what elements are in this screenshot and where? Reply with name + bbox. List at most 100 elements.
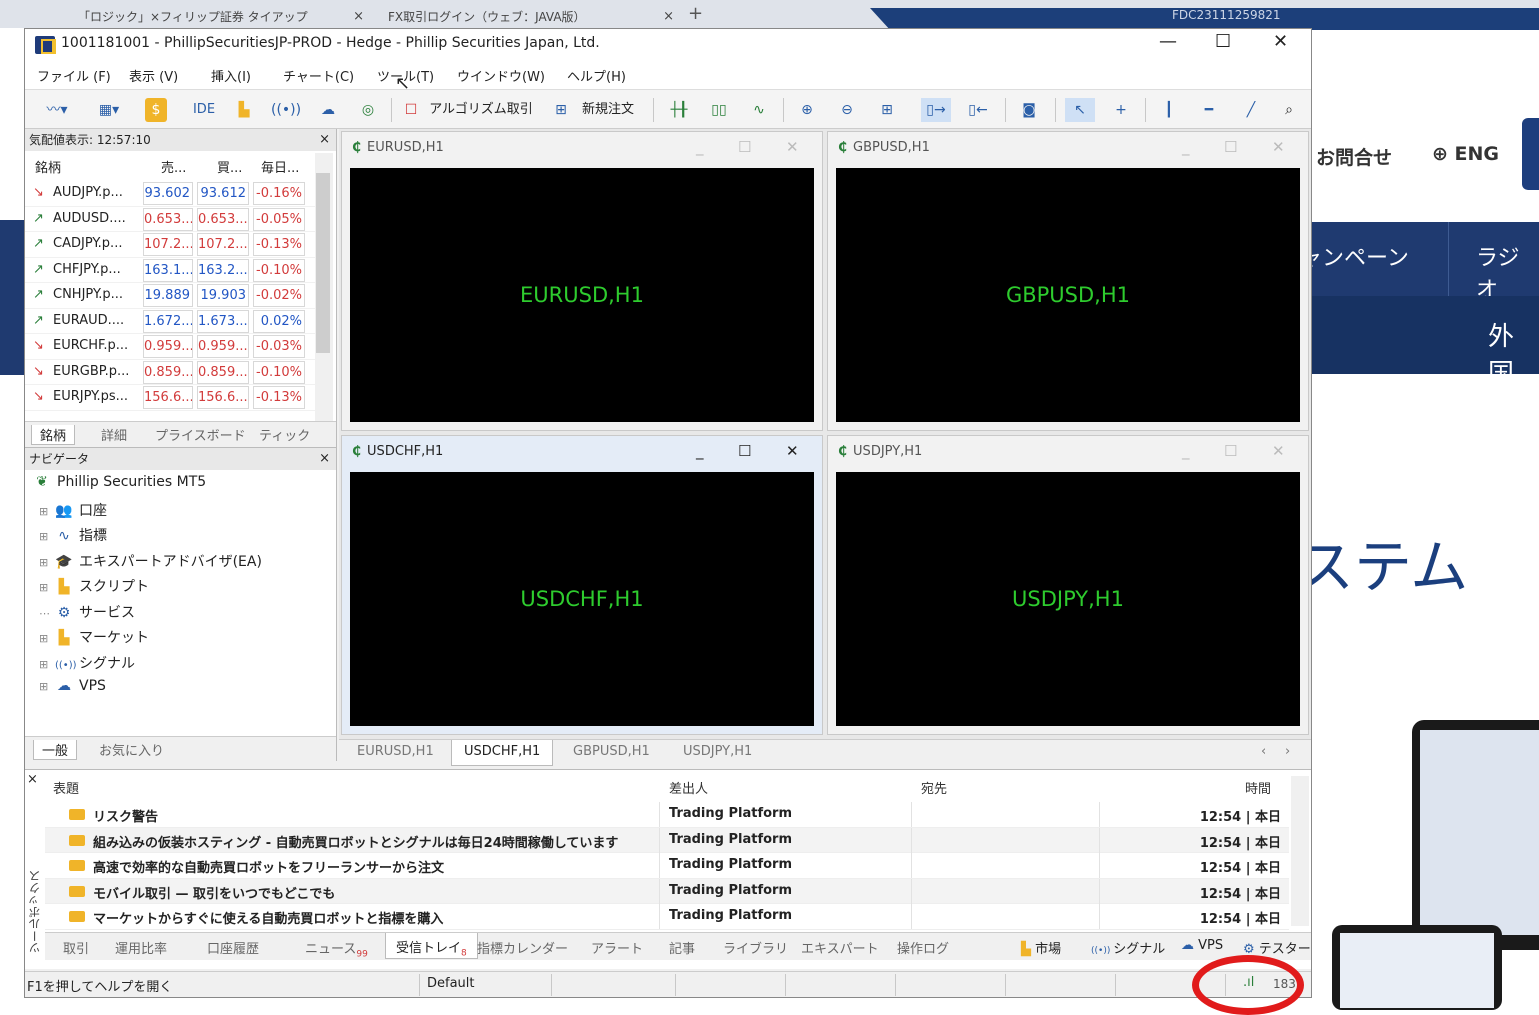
chart-tab-usdjpy[interactable]: USDJPY,H1	[683, 744, 752, 759]
mail-row[interactable]: 組み込みの仮装ホスティング - 自動売買ロボットとシグナルは毎日24時間稼働して…	[45, 827, 1289, 853]
toolbox-tab[interactable]: ニュース99	[305, 938, 368, 960]
expand-icon[interactable]: ⊞	[39, 632, 51, 645]
toolbox-tab[interactable]: 取引	[63, 938, 89, 957]
minimize-icon[interactable]: _	[696, 442, 704, 460]
line-chart-icon[interactable]: ∿	[745, 98, 773, 122]
expand-icon[interactable]: ⊞	[39, 505, 51, 518]
col-to[interactable]: 宛先	[921, 778, 947, 797]
expand-icon[interactable]: ⊞	[39, 658, 51, 671]
close-icon[interactable]: ✕	[1273, 31, 1288, 52]
menu-view[interactable]: 表示 (V)	[129, 66, 178, 85]
watch-row[interactable]: ↗ AUDUSD.... 0.653... 0.653... -0.05%	[25, 207, 315, 232]
chart-window-usdchf[interactable]: ₵ USDCHF,H1 _ ☐ ✕ USDCHF,H1	[341, 435, 823, 735]
close-icon[interactable]: ✕	[1272, 138, 1285, 156]
chart-tab-eurusd[interactable]: EURUSD,H1	[357, 744, 434, 759]
close-icon[interactable]: ✕	[786, 138, 799, 156]
toolbox-tab[interactable]: ライブラリ	[723, 938, 788, 957]
nav-item-services[interactable]: ⋯ ⚙ サービス	[39, 602, 135, 622]
maximize-icon[interactable]: ☐	[1224, 138, 1237, 156]
mail-row[interactable]: 高速で効率的な自動売買ロボットをフリーランサーから注文 Trading Platf…	[45, 853, 1289, 879]
toolbox-tab[interactable]: 操作ログ	[897, 938, 949, 957]
nav-item-experts[interactable]: ⊞ 🎓 エキスパートアドバイザ(EA)	[39, 551, 262, 571]
horizontal-line-icon[interactable]: ━	[1195, 98, 1223, 122]
site-subnav-label[interactable]: 外国	[1488, 316, 1539, 390]
algo-trading-button[interactable]: アルゴリズム取引	[425, 98, 537, 122]
toolbox-tab[interactable]: 記事	[669, 938, 695, 957]
maximize-icon[interactable]: ☐	[1224, 442, 1237, 460]
close-icon[interactable]: ×	[663, 6, 674, 28]
chart-window-usdjpy[interactable]: ₵ USDJPY,H1 _ ☐ ✕ USDJPY,H1	[827, 435, 1309, 735]
new-order-icon[interactable]: ⊞	[551, 98, 571, 122]
watch-row[interactable]: ↘ EURJPY.ps... 156.6... 156.6... -0.13%	[25, 385, 315, 411]
signals-icon[interactable]: ((•))	[271, 98, 301, 122]
title-bar[interactable]: 1001181001 - PhillipSecuritiesJP-PROD - …	[25, 29, 1311, 61]
expand-icon[interactable]: ⊞	[39, 680, 51, 693]
col-ask[interactable]: 買...	[217, 157, 242, 176]
menu-file[interactable]: ファイル (F)	[37, 66, 111, 85]
expand-icon[interactable]: ⊞	[39, 530, 51, 543]
vps-icon[interactable]: ☁	[315, 98, 341, 122]
mail-row[interactable]: モバイル取引 — 取引をいつでもどこでも Trading Platform 12:5…	[45, 878, 1289, 904]
search-icon[interactable]: ⌕	[1275, 98, 1303, 122]
close-icon[interactable]: ✕	[786, 442, 799, 460]
close-icon[interactable]: ✕	[1272, 442, 1285, 460]
chart-window-gbpusd[interactable]: ₵ GBPUSD,H1 _ ☐ ✕ GBPUSD,H1	[827, 131, 1309, 431]
chart-canvas[interactable]: EURUSD,H1	[350, 168, 814, 422]
autoscroll-icon[interactable]: ▯→	[921, 98, 951, 122]
close-icon[interactable]: ×	[319, 448, 330, 470]
expand-icon[interactable]: ⊞	[39, 581, 51, 594]
site-nav-radio[interactable]: ラジオ	[1476, 240, 1539, 304]
toolbox-right-tab[interactable]: ▙ 市場	[1021, 938, 1061, 957]
close-icon[interactable]: ×	[27, 772, 38, 787]
watch-row[interactable]: ↗ CHFJPY.p... 163.1... 163.2... -0.10%	[25, 258, 315, 283]
bar-chart-icon[interactable]: ┼╂	[665, 98, 693, 122]
watch-row[interactable]: ↗ CNHJPY.p... 19.889 19.903 -0.02%	[25, 283, 315, 309]
col-daily[interactable]: 毎日...	[261, 157, 299, 176]
nav-item-market[interactable]: ⊞ ▙ マーケット	[39, 627, 149, 647]
zoom-in-icon[interactable]: ⊕	[793, 98, 821, 122]
minimize-icon[interactable]: _	[696, 138, 704, 156]
menu-help[interactable]: ヘルプ(H)	[567, 66, 626, 85]
menu-window[interactable]: ウインドウ(W)	[457, 66, 545, 85]
scrollbar[interactable]	[1291, 776, 1309, 926]
toolbox-right-tab[interactable]: ((•)) シグナル	[1091, 938, 1165, 957]
nav-item-accounts[interactable]: ⊞ 👥 口座	[39, 500, 107, 520]
minimize-icon[interactable]: _	[1182, 138, 1190, 156]
tab-scroll-left-icon[interactable]: ‹	[1261, 744, 1266, 759]
vertical-line-icon[interactable]: ┃	[1155, 98, 1183, 122]
cursor-tool-icon[interactable]: ↖	[1065, 98, 1095, 122]
tab-scroll-right-icon[interactable]: ›	[1285, 744, 1290, 759]
col-symbol[interactable]: 銘柄	[35, 157, 61, 176]
mail-row[interactable]: リスク警告 Trading Platform 12:54 | 本日	[45, 802, 1289, 828]
menu-chart[interactable]: チャート(C)	[283, 66, 354, 85]
scrollbar-thumb[interactable]	[316, 173, 330, 353]
nav-item-vps[interactable]: ⊞ ☁ VPS	[39, 678, 106, 694]
nav-item-scripts[interactable]: ⊞ ▙ スクリプト	[39, 576, 149, 596]
toolbox-tab[interactable]: 受信トレイ8	[385, 933, 478, 959]
chart-shift-icon[interactable]: ▯←	[963, 98, 993, 122]
tab-details[interactable]: 詳細	[101, 425, 127, 444]
site-header-button[interactable]	[1522, 118, 1539, 190]
toolbox-tab[interactable]: 口座履歴	[207, 938, 259, 957]
tab-general[interactable]: 一般	[33, 740, 78, 760]
status-profile[interactable]: Default	[427, 976, 475, 991]
tile-windows-icon[interactable]: ⊞	[873, 98, 901, 122]
chart-type-icon[interactable]: 〰▾	[37, 98, 77, 122]
chart-canvas[interactable]: USDJPY,H1	[836, 472, 1300, 726]
algo-trading-icon[interactable]: ☐	[403, 98, 419, 122]
zoom-out-icon[interactable]: ⊖	[833, 98, 861, 122]
site-nav-campaign[interactable]: ャンペーン	[1300, 240, 1409, 272]
mail-row[interactable]: マーケットからすぐに使える自動売買ロボットと指標を購入 Trading Platf…	[45, 904, 1289, 930]
close-icon[interactable]: ×	[319, 129, 330, 151]
menu-insert[interactable]: 挿入(I)	[211, 66, 251, 85]
watch-row[interactable]: ↘ EURCHF.p... 0.959... 0.959... -0.03%	[25, 334, 315, 360]
chart-window-eurusd[interactable]: ₵ EURUSD,H1 _ ☐ ✕ EURUSD,H1	[341, 131, 823, 431]
crosshair-icon[interactable]: +	[1107, 98, 1135, 122]
candlestick-icon[interactable]: ▯▯	[705, 98, 733, 122]
toolbox-right-tab[interactable]: ☁ VPS	[1181, 938, 1223, 953]
navigator-root[interactable]: ❦ Phillip Securities MT5	[33, 474, 206, 490]
templates-icon[interactable]: ▦▾	[87, 98, 131, 122]
col-from[interactable]: 差出人	[669, 778, 708, 797]
tab-ticks[interactable]: ティック	[259, 425, 310, 444]
chart-canvas[interactable]: GBPUSD,H1	[836, 168, 1300, 422]
